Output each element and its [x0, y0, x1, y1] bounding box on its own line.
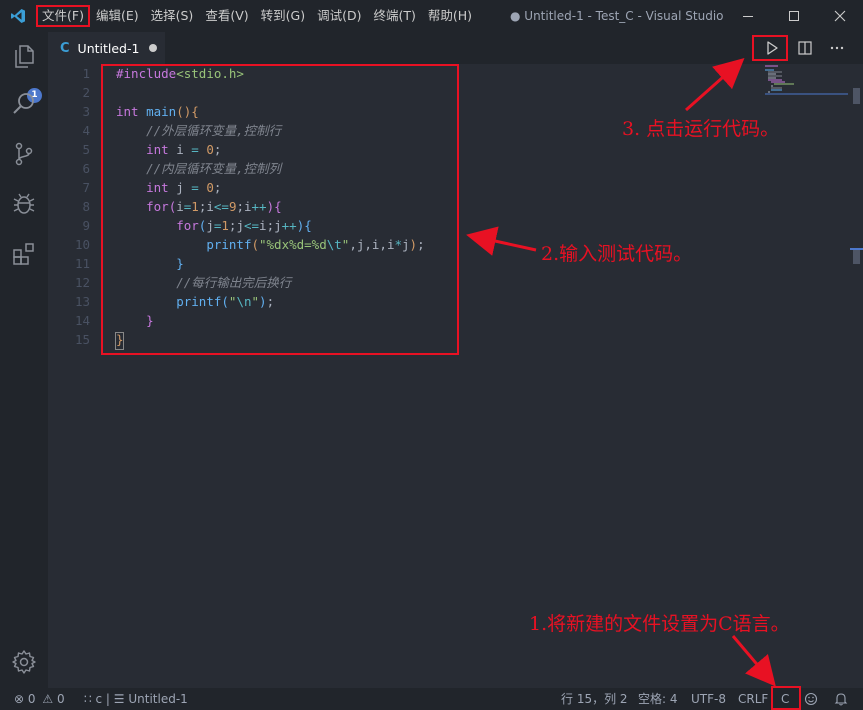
annotation-arrows: [466, 58, 776, 687]
encoding[interactable]: UTF-8: [691, 688, 726, 710]
line-ending[interactable]: CRLF: [738, 688, 768, 710]
notifications-button[interactable]: [834, 688, 848, 710]
indentation[interactable]: 空格: 4: [638, 688, 678, 710]
warning-icon: ⚠: [42, 692, 54, 706]
list-icon: ☰: [113, 692, 125, 706]
annotation-step3: 3. 点击运行代码。: [622, 118, 780, 140]
symbol-indicator[interactable]: ∷ c | ☰ Untitled-1: [84, 688, 188, 710]
breadcrumb-file: Untitled-1: [128, 692, 188, 706]
bell-icon: [834, 693, 848, 706]
problems-indicator[interactable]: ⊗ 0 ⚠ 0: [14, 688, 65, 710]
symbol-icon: ∷: [84, 692, 92, 706]
annotation-step1: 1.将新建的文件设置为C语言。: [529, 613, 790, 635]
status-bar: ⊗ 0 ⚠ 0 ∷ c | ☰ Untitled-1 行 15，列 2 空格: …: [0, 688, 863, 710]
symbol-language: c: [95, 692, 103, 706]
error-count: 0: [27, 692, 36, 706]
language-mode-highlight: [771, 686, 801, 710]
smiley-icon: [804, 692, 818, 706]
error-icon: ⊗: [14, 692, 25, 706]
arrow-step2: [466, 226, 537, 256]
cursor-position[interactable]: 行 15，列 2: [561, 688, 628, 710]
warning-count: 0: [56, 692, 65, 706]
annotation-step2: 2.输入测试代码。: [541, 243, 693, 265]
arrow-step1: [731, 635, 776, 687]
arrow-step3: [685, 58, 745, 112]
feedback-button[interactable]: [804, 688, 818, 710]
